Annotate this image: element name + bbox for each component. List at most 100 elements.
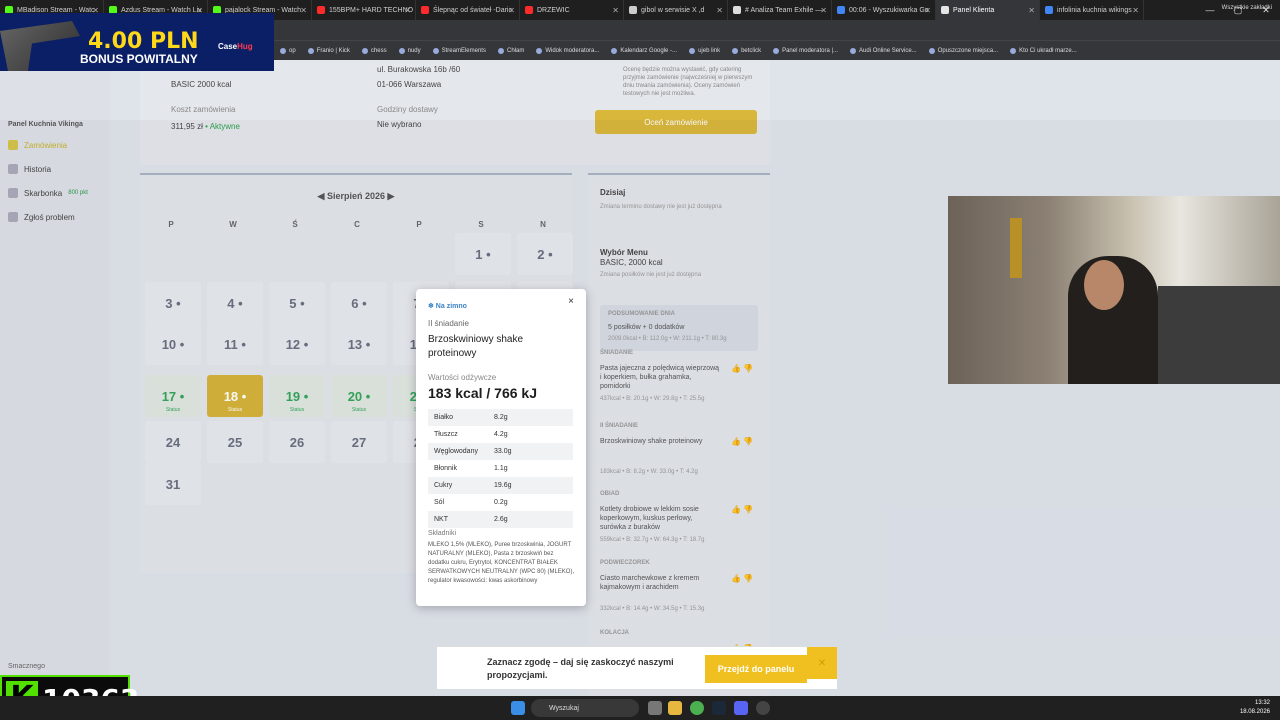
tab-title: gibol w serwisie X ,d: [641, 6, 705, 14]
browser-tab[interactable]: DRZEWIC ✕: [520, 0, 624, 20]
calendar-day[interactable]: 6 •: [331, 282, 387, 324]
chrome-icon[interactable]: [690, 701, 704, 715]
thumbs-rating-icon[interactable]: 👍 👎: [731, 574, 753, 583]
weekday-label: Ś: [292, 220, 298, 229]
next-month-icon[interactable]: ▶: [388, 191, 395, 201]
tab-close-icon[interactable]: ✕: [300, 6, 307, 15]
calendar-day[interactable]: 1 •: [455, 233, 511, 275]
minimize-icon[interactable]: —: [1196, 0, 1224, 20]
sidebar-item-history[interactable]: Historia: [8, 164, 104, 174]
bookmark-item[interactable]: op: [280, 47, 296, 54]
thumbs-rating-icon[interactable]: 👍 👎: [731, 364, 753, 373]
bookmark-icon: [398, 47, 405, 54]
tab-close-icon[interactable]: ✕: [820, 6, 827, 15]
calendar-day[interactable]: 2 •: [517, 233, 573, 275]
meal-dish[interactable]: Ciasto marchewkowe z kremem kajmakowym i…: [600, 574, 720, 592]
meal-macros: 183kcal • B: 8.2g • W: 33.0g • T: 4.2g: [600, 469, 698, 475]
hours-label: Godziny dostawy: [377, 105, 438, 114]
calendar-day[interactable]: 17 • Status: [145, 375, 201, 417]
taskbar-search[interactable]: Wyszukaj: [531, 699, 639, 717]
calendar-day[interactable]: 5 •: [269, 282, 325, 324]
calendar-day[interactable]: 24: [145, 421, 201, 463]
bookmark-item[interactable]: Kalendarz Google -...: [611, 47, 678, 54]
tab-close-icon[interactable]: ✕: [716, 6, 723, 15]
meal-section: KOLACJA: [600, 630, 630, 636]
browser-tab[interactable]: infolinia kuchnia wikings ✕: [1040, 0, 1144, 20]
tab-close-icon[interactable]: ✕: [404, 6, 411, 15]
thumbs-rating-icon[interactable]: 👍 👎: [731, 437, 753, 446]
sidebar-item-piggybank[interactable]: Skarbonka 800 pkt: [8, 188, 104, 198]
taskview-icon[interactable]: [648, 701, 662, 715]
obs-icon[interactable]: [756, 701, 770, 715]
consent-close-icon[interactable]: ✕: [807, 647, 837, 679]
calendar-day[interactable]: 11 •: [207, 323, 263, 365]
bookmark-item[interactable]: Chłam: [497, 47, 524, 54]
tab-favicon-icon: [317, 6, 325, 14]
bookmark-icon: [928, 47, 935, 54]
bookmark-item[interactable]: Widok moderatora...: [536, 47, 599, 54]
bookmark-item[interactable]: nudy: [398, 47, 421, 54]
sidebar-brand: Panel Kuchnia Vikinga: [8, 121, 83, 128]
bookmark-icon: [361, 47, 368, 54]
browser-tab[interactable]: Panel Klienta ✕: [936, 0, 1040, 20]
nutrient-row: Cukry 19.6g: [428, 477, 573, 494]
close-icon[interactable]: ×: [568, 296, 574, 307]
bookmark-item[interactable]: ujeb link: [689, 47, 720, 54]
calendar-day[interactable]: 25: [207, 421, 263, 463]
bookmark-item[interactable]: chess: [361, 47, 387, 54]
calendar-day[interactable]: 13 •: [331, 323, 387, 365]
calendar-day[interactable]: 31: [145, 463, 201, 505]
all-bookmarks[interactable]: Wszystkie zakładki: [1222, 5, 1272, 11]
calendar-day[interactable]: 3 •: [145, 282, 201, 324]
meal-dish[interactable]: Pasta jajeczna z polędwicą wieprzową i k…: [600, 364, 720, 391]
nutrient-row: Błonnik 1.1g: [428, 460, 573, 477]
browser-tab[interactable]: gibol w serwisie X ,d ✕: [624, 0, 728, 20]
meal-macros: 559kcal • B: 32.7g • W: 64.3g • T: 18.7g: [600, 537, 705, 543]
bookmark-label: Kalendarz Google -...: [620, 47, 678, 54]
calendar-day[interactable]: 4 •: [207, 282, 263, 324]
tab-close-icon[interactable]: ✕: [1028, 6, 1035, 15]
bookmark-item[interactable]: Opuszczone miejsca...: [928, 47, 998, 54]
thumbs-rating-icon[interactable]: 👍 👎: [731, 505, 753, 514]
go-to-panel-button[interactable]: Przejdź do panelu: [705, 655, 807, 683]
tab-close-icon[interactable]: ✕: [508, 6, 515, 15]
meal-dish[interactable]: Brzoskwiniowy shake proteinowy: [600, 437, 720, 446]
bookmark-item[interactable]: StreamElements: [432, 47, 486, 54]
calendar-day[interactable]: 20 • Status: [331, 375, 387, 417]
bookmark-icon: [432, 47, 439, 54]
day-status: Status: [351, 407, 367, 413]
calendar-day[interactable]: 26: [269, 421, 325, 463]
browser-tab[interactable]: 155BPM+ HARD TECHNO ✕: [312, 0, 416, 20]
sidebar-item-orders[interactable]: Zamówienia: [8, 140, 104, 150]
start-icon[interactable]: [511, 701, 525, 715]
tab-close-icon[interactable]: ✕: [1132, 6, 1139, 15]
browser-tab[interactable]: 00:06 - Wyszukiwarka Go ✕: [832, 0, 936, 20]
meal-dish[interactable]: Kotlety drobiowe w lekkim sosie koperkow…: [600, 505, 720, 532]
tab-close-icon[interactable]: ✕: [612, 6, 619, 15]
calendar-day[interactable]: 12 •: [269, 323, 325, 365]
steam-icon[interactable]: [712, 701, 726, 715]
browser-tab[interactable]: Ślepnąc od świateł -Daric ✕: [416, 0, 520, 20]
bookmark-item[interactable]: Kto Ci ukradł marze...: [1010, 47, 1077, 54]
bookmark-item[interactable]: Panel moderatora |...: [773, 47, 838, 54]
sidebar-item-report[interactable]: Zgłoś problem: [8, 212, 104, 222]
bookmark-icon: [1010, 47, 1017, 54]
calendar-day[interactable]: 18 • Status: [207, 375, 263, 417]
bookmark-item[interactable]: Franio | Kick: [307, 47, 350, 54]
bookmark-label: Kto Ci ukradł marze...: [1019, 47, 1077, 54]
rate-order-button[interactable]: Oceń zamówienie: [595, 110, 757, 134]
browser-tab[interactable]: # Analiza Team Exhile — ✕: [728, 0, 832, 20]
prev-month-icon[interactable]: ◀: [318, 191, 325, 201]
bookmark-item[interactable]: Audi Online Service...: [850, 47, 917, 54]
calendar-day[interactable]: 19 • Status: [269, 375, 325, 417]
streamer-head: [1084, 260, 1124, 310]
promo-banner[interactable]: 4.00 PLN BONUS POWITALNY CaseHug: [0, 13, 274, 71]
hours-value: Nie wybrano: [377, 120, 422, 129]
explorer-icon[interactable]: [668, 701, 682, 715]
calendar-day[interactable]: 27: [331, 421, 387, 463]
tab-close-icon[interactable]: ✕: [924, 6, 931, 15]
discord-icon[interactable]: [734, 701, 748, 715]
bookmark-item[interactable]: betclick: [732, 47, 761, 54]
bookmark-icon: [536, 47, 543, 54]
calendar-day[interactable]: 10 •: [145, 323, 201, 365]
